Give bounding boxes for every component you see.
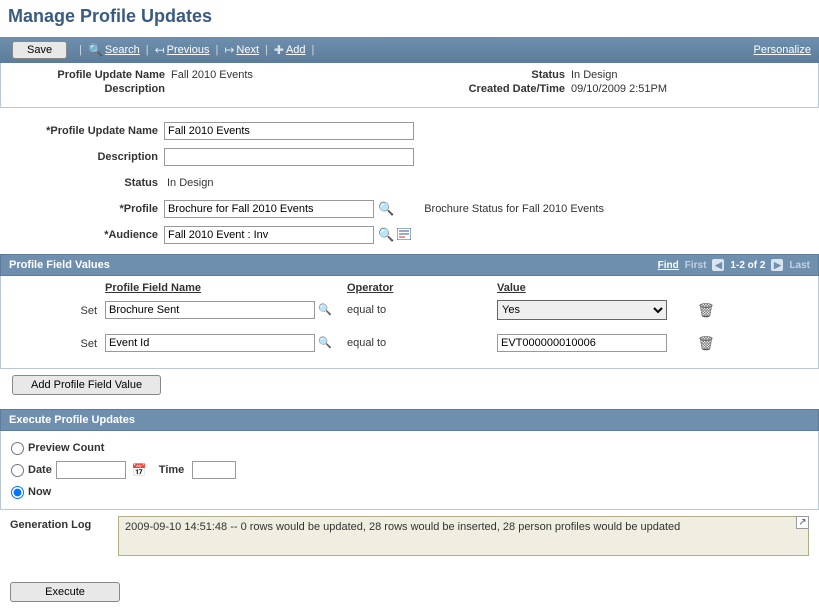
row-set-label: Set (9, 336, 105, 350)
status-label: Status (10, 177, 164, 189)
summary-description-label: Description (11, 83, 171, 95)
row-operator: equal to (347, 304, 497, 316)
execute-body: Preview Count Date 📅 Time Now (0, 431, 819, 510)
col-operator-header: Operator (347, 282, 497, 294)
trash-icon[interactable]: 🗑 (697, 335, 715, 351)
lookup-icon[interactable]: 🔍 (378, 201, 394, 217)
profile-label: *Profile (10, 203, 164, 215)
col-name-header: Profile Field Name (105, 282, 347, 294)
summary-created-value: 09/10/2009 2:51PM (571, 83, 771, 95)
summary-description-value (171, 83, 431, 95)
generation-log-label: Generation Log (10, 516, 114, 531)
date-input[interactable] (56, 461, 126, 479)
grid-row: Set 🔍 equal to Yes 🗑 (9, 300, 810, 320)
summary-name-value: Fall 2010 Events (171, 69, 431, 81)
toolbar-separator: | (215, 44, 218, 56)
add-profile-field-value-button[interactable]: Add Profile Field Value (12, 375, 161, 395)
grid-title: Profile Field Values (9, 259, 658, 271)
generation-log-row: Generation Log 2009-09-10 14:51:48 -- 0 … (0, 510, 819, 562)
grid-counter: 1-2 of 2 (730, 260, 765, 271)
toolbar-separator: | (265, 44, 268, 56)
trash-icon[interactable]: 🗑 (697, 302, 715, 318)
personalize-link[interactable]: Personalize (754, 44, 811, 56)
expand-icon[interactable]: ↗ (796, 516, 809, 529)
execute-button[interactable]: Execute (10, 582, 120, 602)
previous-icon: ↤ (155, 43, 165, 57)
toolbar-separator: | (312, 44, 315, 56)
grid-body: Profile Field Name Operator Value Set 🔍 … (0, 276, 819, 369)
grid-header-bar: Profile Field Values Find First ◀ 1-2 of… (0, 254, 819, 276)
grid-last: Last (789, 260, 810, 271)
arrow-right-icon[interactable]: ▶ (771, 259, 783, 271)
audience-label: *Audience (10, 229, 164, 241)
toolbar-separator: | (146, 44, 149, 56)
search-icon: 🔍 (88, 43, 103, 57)
profile-input[interactable] (164, 200, 374, 218)
save-button[interactable]: Save (12, 41, 67, 59)
calendar-icon[interactable]: 📅 (132, 463, 147, 477)
generation-log-box: 2009-09-10 14:51:48 -- 0 rows would be u… (118, 516, 809, 556)
previous-link[interactable]: Previous (167, 44, 210, 56)
preview-count-radio[interactable] (11, 442, 24, 455)
now-radio[interactable] (11, 486, 24, 499)
lookup-icon[interactable]: 🔍 (378, 227, 394, 243)
time-label: Time (159, 464, 184, 476)
generation-log-text: 2009-09-10 14:51:48 -- 0 rows would be u… (125, 521, 680, 533)
row-set-label: Set (9, 303, 105, 317)
profile-update-name-label: *Profile Update Name (10, 125, 164, 137)
notes-icon[interactable] (397, 228, 411, 243)
description-input[interactable] (164, 148, 414, 166)
date-label: Date (28, 464, 52, 476)
summary-status-value: In Design (571, 69, 771, 81)
date-radio[interactable] (11, 464, 24, 477)
col-value-header: Value (497, 282, 697, 294)
add-link[interactable]: Add (286, 44, 306, 56)
next-link[interactable]: Next (236, 44, 259, 56)
summary-status-label: Status (431, 69, 571, 81)
next-icon: ↦ (224, 43, 234, 57)
lookup-icon[interactable]: 🔍 (318, 304, 332, 316)
profile-sidetext: Brochure Status for Fall 2010 Events (424, 203, 604, 215)
page-title: Manage Profile Updates (0, 0, 819, 37)
value-input[interactable] (497, 334, 667, 352)
summary-created-label: Created Date/Time (431, 83, 571, 95)
grid-column-headers: Profile Field Name Operator Value (9, 278, 810, 300)
grid-find-link[interactable]: Find (658, 260, 679, 271)
search-link[interactable]: Search (105, 44, 140, 56)
toolbar: Save | 🔍 Search | ↤ Previous | ↦ Next | … (0, 37, 819, 63)
toolbar-separator: | (79, 44, 82, 56)
execute-header-bar: Execute Profile Updates (0, 409, 819, 431)
grid-first: First (685, 260, 707, 271)
form-area: *Profile Update Name Description Status … (0, 108, 819, 254)
summary-name-label: Profile Update Name (11, 69, 171, 81)
row-operator: equal to (347, 337, 497, 349)
audience-input[interactable] (164, 226, 374, 244)
profile-field-name-input[interactable] (105, 334, 315, 352)
add-icon: ✚ (274, 43, 284, 57)
status-static: In Design (164, 177, 213, 189)
profile-update-name-input[interactable] (164, 122, 414, 140)
value-select[interactable]: Yes (497, 300, 667, 320)
arrow-left-icon[interactable]: ◀ (712, 259, 724, 271)
summary-box: Profile Update Name Fall 2010 Events Sta… (0, 63, 819, 108)
grid-nav: Find First ◀ 1-2 of 2 ▶ Last (658, 259, 810, 271)
lookup-icon[interactable]: 🔍 (318, 337, 332, 349)
time-input[interactable] (192, 461, 236, 479)
preview-count-label: Preview Count (28, 442, 104, 454)
grid-row: Set 🔍 equal to 🗑 (9, 334, 810, 352)
description-label: Description (10, 151, 164, 163)
now-label: Now (28, 486, 51, 498)
profile-field-name-input[interactable] (105, 301, 315, 319)
